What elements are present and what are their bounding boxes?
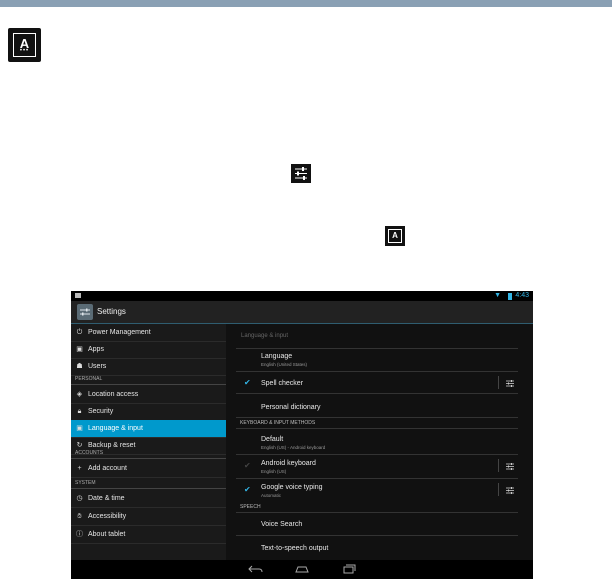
- recent-apps-button[interactable]: [339, 562, 359, 576]
- row-separator: [498, 459, 499, 472]
- language-input-inline-icon: A: [385, 226, 405, 246]
- top-rule: [0, 0, 612, 7]
- settings-sidebar: ⏻ Power Management ▣ Apps ☗ Users PERSON…: [71, 324, 226, 560]
- spell-checker-checkbox[interactable]: ✔: [244, 378, 251, 387]
- plus-icon: +: [77, 465, 82, 472]
- users-icon: ☗: [76, 363, 83, 370]
- battery-icon: [508, 293, 512, 300]
- action-bar-title: Settings: [97, 307, 126, 316]
- row-divider: [236, 535, 518, 536]
- wifi-icon: ▼: [494, 292, 501, 299]
- section-divider: [236, 428, 518, 429]
- sliders-icon: [291, 164, 311, 183]
- status-time: 4:43: [515, 292, 529, 299]
- back-button[interactable]: [246, 562, 266, 576]
- google-voice-typing-settings-icon[interactable]: [506, 486, 514, 495]
- sidebar-item-about-tablet[interactable]: ⓘ About tablet: [71, 526, 226, 544]
- section-header-system: SYSTEM: [75, 480, 96, 486]
- home-button[interactable]: [292, 562, 312, 576]
- section-header-keyboard: KEYBOARD & INPUT METHODS: [240, 420, 316, 426]
- sidebar-item-security[interactable]: 🔒︎ Security: [71, 403, 226, 421]
- sidebar-item-location-access[interactable]: ◈ Location access: [71, 386, 226, 404]
- panel-title: Language & input: [241, 333, 289, 339]
- sidebar-item-date-time[interactable]: ◷ Date & time: [71, 490, 226, 508]
- lock-icon: 🔒︎: [77, 408, 82, 415]
- section-header-speech: SPEECH: [240, 504, 261, 510]
- panel-divider: [236, 348, 518, 349]
- info-icon: ⓘ: [76, 531, 83, 538]
- row-divider: [236, 478, 518, 479]
- sidebar-item-users[interactable]: ☗ Users: [71, 358, 226, 376]
- row-separator: [498, 376, 499, 389]
- notification-icon: [75, 293, 81, 298]
- row-separator: [498, 483, 499, 496]
- section-divider: [71, 384, 226, 385]
- google-voice-typing-checkbox[interactable]: ✔: [244, 485, 251, 494]
- android-keyboard-settings-icon[interactable]: [506, 462, 514, 471]
- action-bar: Settings: [71, 301, 533, 324]
- language-input-app-icon: A •••: [8, 28, 41, 62]
- spell-checker-settings-icon[interactable]: [506, 379, 514, 388]
- section-divider: [71, 458, 226, 459]
- sidebar-item-add-account[interactable]: + Add account: [71, 460, 226, 478]
- section-header-personal: PERSONAL: [75, 376, 103, 382]
- sidebar-item-power-management[interactable]: ⏻ Power Management: [71, 324, 226, 342]
- section-divider: [236, 512, 518, 513]
- sidebar-item-apps[interactable]: ▣ Apps: [71, 341, 226, 359]
- settings-app-icon[interactable]: [77, 304, 93, 320]
- android-keyboard-checkbox[interactable]: ✔: [244, 461, 251, 470]
- apps-icon: ▣: [76, 346, 83, 353]
- text-to-speech-row[interactable]: Text-to-speech output: [261, 544, 328, 553]
- power-icon: ⏻: [76, 329, 83, 336]
- row-divider: [236, 393, 518, 394]
- language-input-panel: Language & input Language English (Unite…: [226, 324, 533, 560]
- location-icon: ◈: [76, 391, 83, 398]
- section-divider: [71, 488, 226, 489]
- accessibility-icon: ✋︎: [77, 513, 82, 520]
- voice-search-row[interactable]: Voice Search: [261, 520, 302, 529]
- tablet-screenshot: ▼ 4:43 Settings ⏻ Power Management ▣ App…: [71, 291, 533, 579]
- status-bar: ▼ 4:43: [71, 291, 533, 301]
- backup-icon: ↻: [76, 442, 83, 449]
- sidebar-item-language-input[interactable]: ▣ Language & input: [71, 420, 226, 438]
- section-header-accounts: ACCOUNTS: [75, 450, 104, 456]
- row-divider: [236, 371, 518, 372]
- row-divider: [236, 417, 518, 418]
- navigation-bar: [71, 560, 533, 579]
- personal-dictionary-row[interactable]: Personal dictionary: [261, 403, 321, 412]
- sidebar-item-accessibility[interactable]: ✋︎ Accessibility: [71, 508, 226, 526]
- keyboard-icon: ▣: [76, 425, 83, 432]
- row-divider: [236, 454, 518, 455]
- clock-icon: ◷: [76, 495, 83, 502]
